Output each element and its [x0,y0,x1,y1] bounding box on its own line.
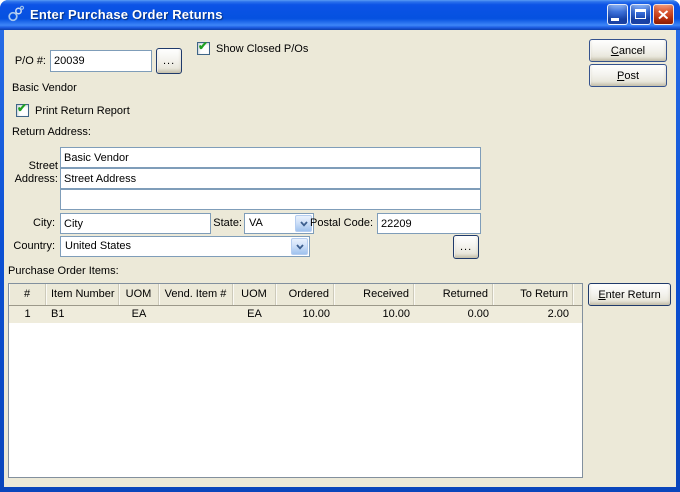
col-item-number[interactable]: Item Number [46,284,119,305]
country-value: United States [65,240,132,252]
window-controls [607,3,674,25]
col-received[interactable]: Received [334,284,414,305]
city-label: City: [33,217,55,229]
state-select[interactable]: VA [244,213,314,234]
show-closed-label: Show Closed P/Os [216,43,309,55]
country-label: Country: [13,240,55,252]
close-button[interactable] [653,3,674,25]
cell-returned: 0.00 [467,308,489,320]
col-number[interactable]: # [9,284,46,305]
table-row[interactable]: 1 B1 EA EA 10.00 10.00 0.00 2.00 [9,306,582,323]
close-icon [658,9,669,23]
chevron-down-icon[interactable] [291,238,308,255]
cancel-button[interactable]: Cancel [589,39,667,62]
street-label-line1: Street [28,160,58,172]
po-number-input[interactable] [50,50,152,72]
check-icon: ✔ [17,101,28,115]
minimize-button[interactable] [607,3,628,25]
cell-item-number: B1 [51,308,65,320]
city-input[interactable] [60,213,211,234]
cell-received: 10.00 [382,308,410,320]
cell-uom: EA [131,308,147,320]
country-browse-button[interactable]: ... [453,235,479,259]
header-filler [573,284,582,305]
state-label: State: [213,217,242,229]
check-icon: ✔ [198,39,209,53]
print-return-checkbox[interactable]: ✔ [16,101,29,117]
po-browse-button[interactable]: ... [156,48,182,74]
country-select[interactable]: United States [60,236,310,257]
address-line2-input[interactable] [60,168,481,189]
col-to-return[interactable]: To Return [493,284,573,305]
cell-to-return: 2.00 [547,308,569,320]
enter-return-accel: E [598,288,606,301]
po-items-table: # Item Number UOM Vend. Item # UOM Order… [8,283,583,478]
address-line1-input[interactable] [60,147,481,168]
col-ordered[interactable]: Ordered [276,284,334,305]
col-uom-2[interactable]: UOM [233,284,276,305]
street-label-line2: Address: [14,173,58,185]
col-uom[interactable]: UOM [119,284,159,305]
window-title: Enter Purchase Order Returns [30,6,223,22]
vendor-name-text: Basic Vendor [12,82,77,94]
print-return-label: Print Return Report [35,105,130,117]
enter-return-button[interactable]: Enter Return [588,283,671,306]
address-line3-input[interactable] [60,189,481,210]
cancel-accel: C [610,44,619,57]
maximize-button[interactable] [630,3,651,25]
cell-ordered: 10.00 [302,308,330,320]
app-icon [7,5,25,23]
return-address-label: Return Address: [12,126,91,138]
po-number-label: P/O #: [14,55,46,67]
dialog-content: ✔ Show Closed P/Os P/O #: ... Cancel Pos… [4,30,676,487]
cell-vend-item [159,306,233,323]
cell-number: 1 [24,308,31,320]
col-vend-item[interactable]: Vend. Item # [159,284,233,305]
enter-return-rest: nter Return [605,288,661,301]
show-closed-checkbox[interactable]: ✔ [197,39,210,55]
post-rest: ost [624,69,640,82]
dialog-window: Enter Purchase Order Returns ✔ Show Clos… [0,0,680,492]
po-items-section-label: Purchase Order Items: [8,265,119,277]
postal-code-label: Postal Code: [310,217,373,229]
street-address-label: Street Address: [4,160,58,186]
title-bar[interactable]: Enter Purchase Order Returns [0,0,680,30]
cancel-rest: ancel [618,44,646,57]
state-value: VA [249,217,263,229]
postal-code-input[interactable] [377,213,481,234]
col-returned[interactable]: Returned [414,284,493,305]
maximize-icon [635,8,646,19]
table-header-row[interactable]: # Item Number UOM Vend. Item # UOM Order… [9,284,582,306]
minimize-icon [611,17,619,21]
cell-uom-2: EA [247,308,262,320]
post-button[interactable]: Post [589,64,667,87]
